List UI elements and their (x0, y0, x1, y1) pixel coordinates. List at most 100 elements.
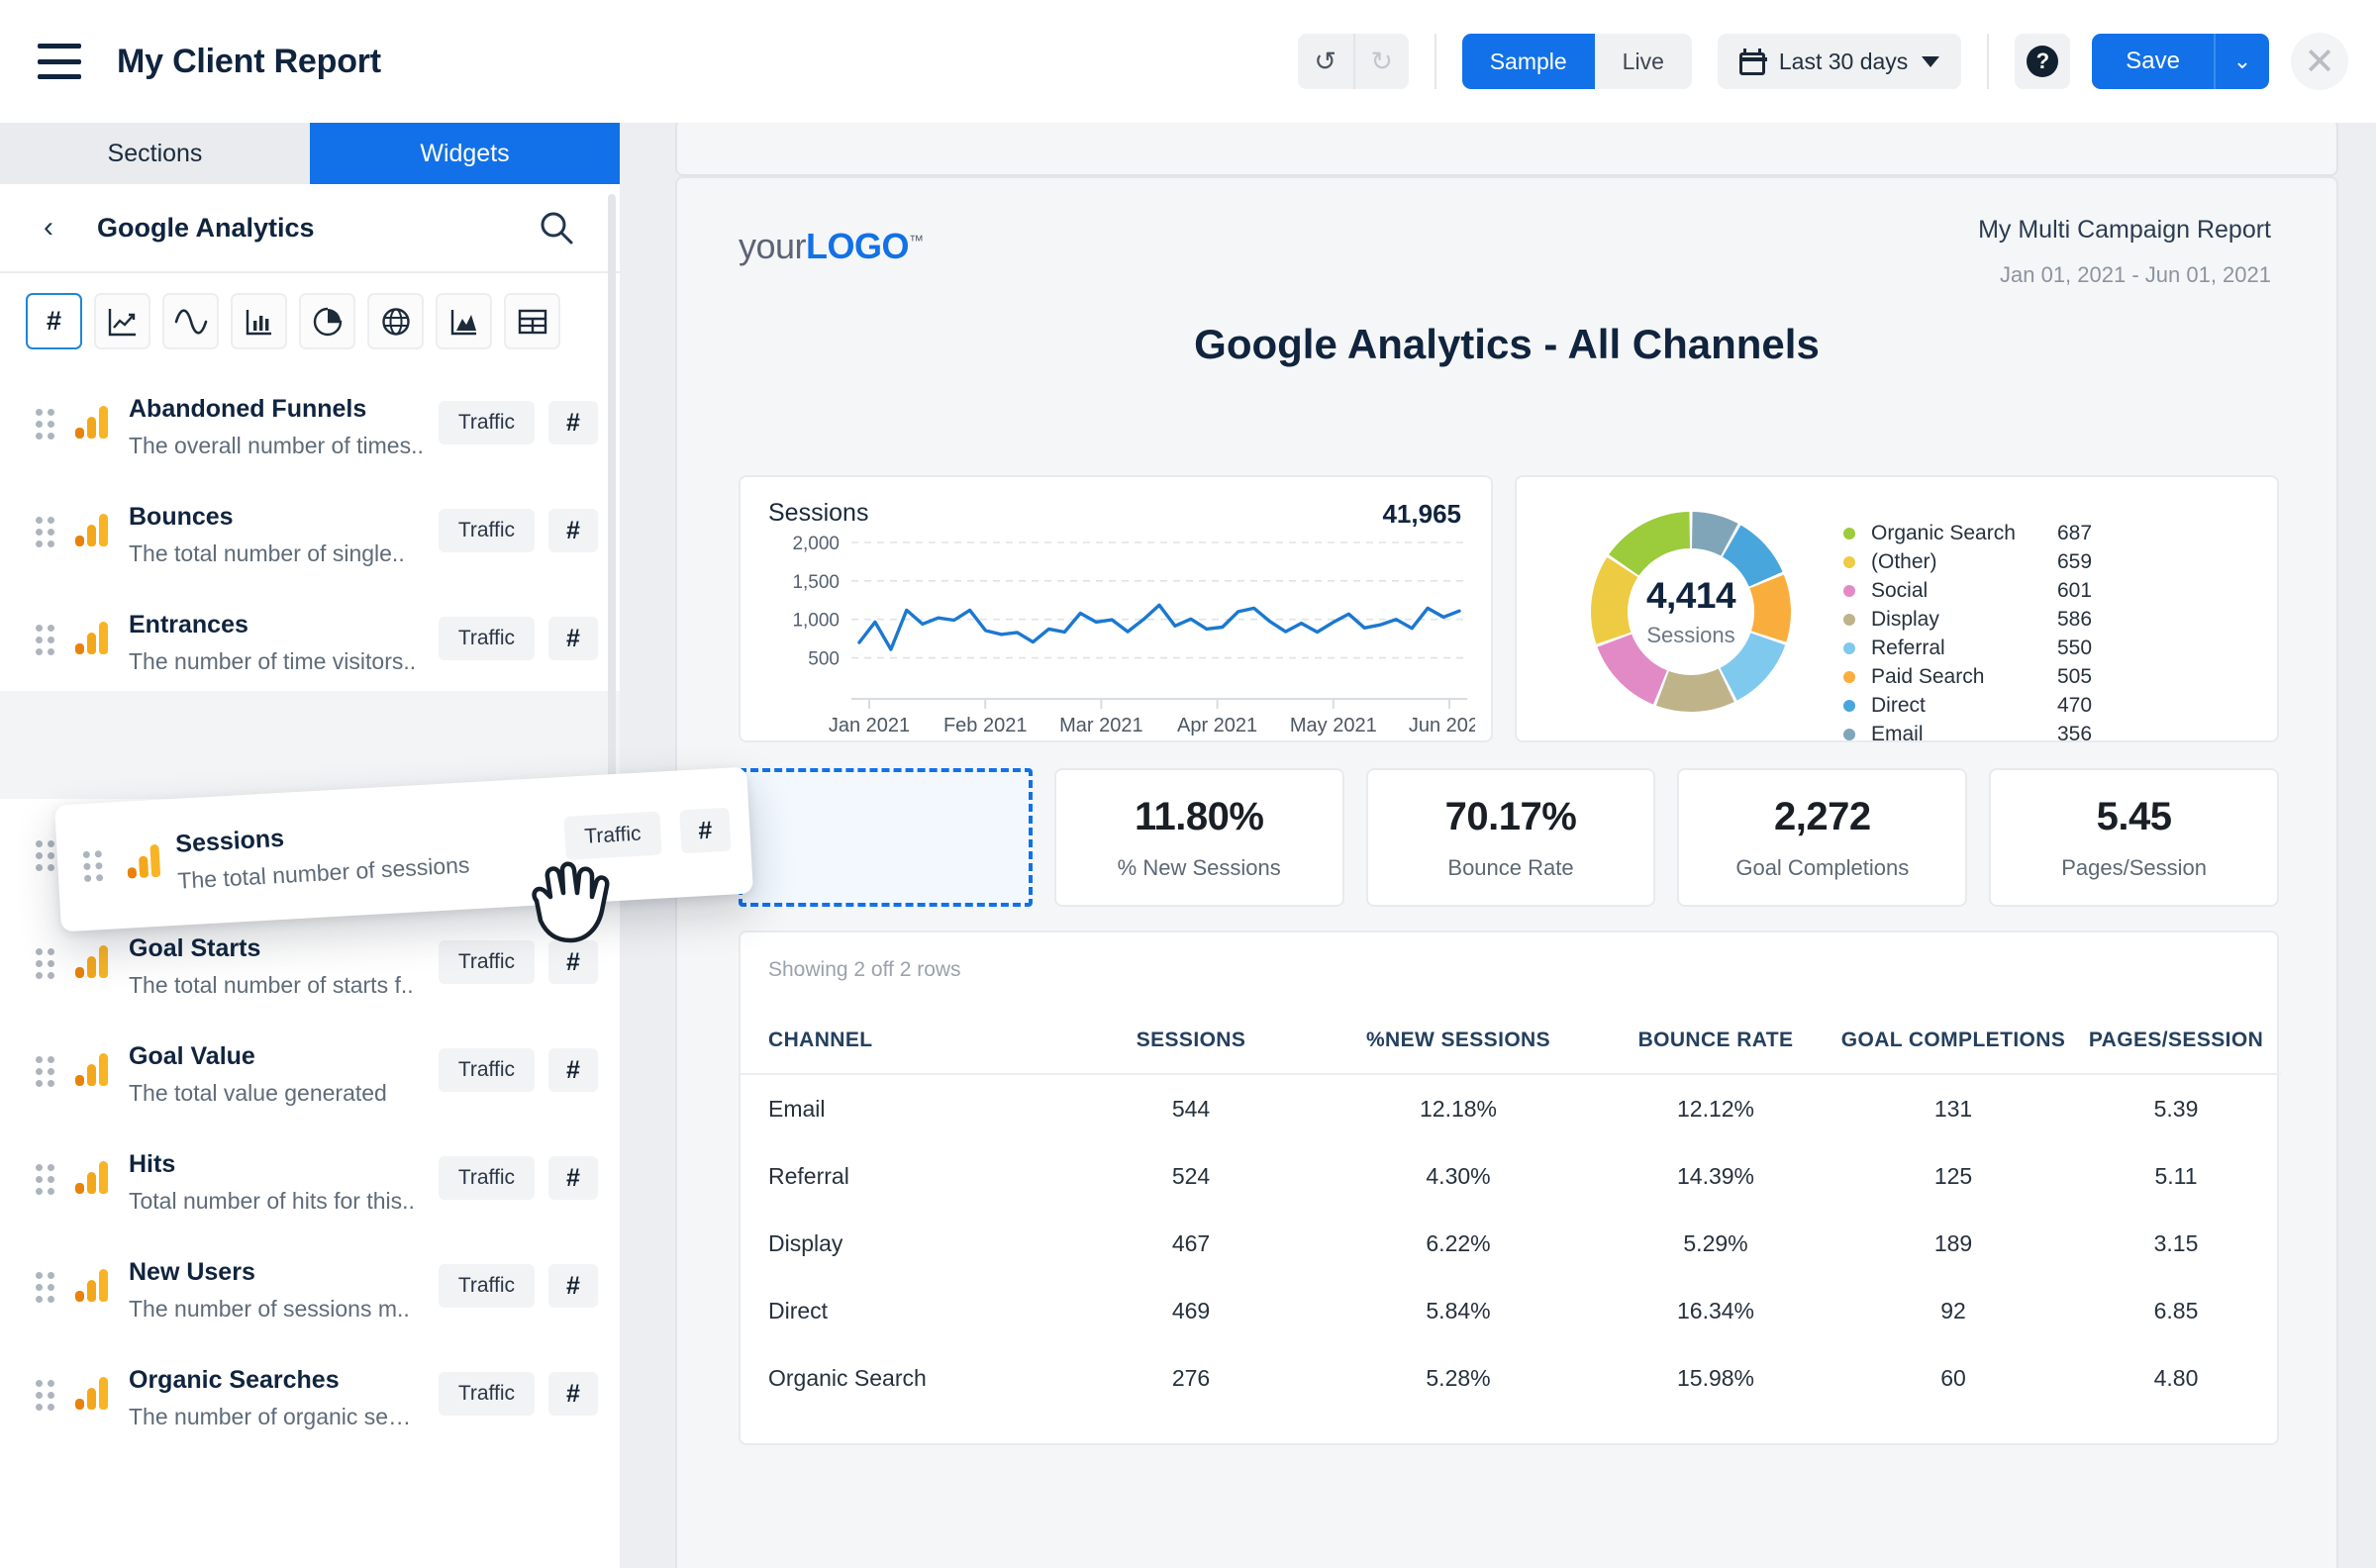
kpi-label: Pages/Session (2061, 854, 2207, 880)
drag-handle-icon[interactable] (36, 840, 54, 871)
undo-redo-group: ↺ ↻ (1297, 34, 1409, 89)
widget-tag[interactable]: Traffic (438, 1156, 535, 1200)
legend-value: 356 (2057, 722, 2093, 745)
widget-desc: The number of time visitors.. (129, 648, 417, 674)
sessions-donut-chart-card[interactable]: 4,414 Sessions Organic Search 687 (Other… (1515, 475, 2279, 745)
list-item[interactable]: Bounces The total number of single.. Tra… (0, 475, 620, 583)
sessions-chart-title: Sessions (768, 499, 869, 527)
widget-desc: The total number of single.. (129, 540, 405, 566)
table-cell: Direct (768, 1297, 829, 1323)
drag-handle-icon[interactable] (36, 517, 54, 547)
pie-chart-icon[interactable] (299, 293, 355, 349)
widget-type-badge[interactable]: # (548, 1156, 598, 1200)
kpi-card[interactable]: 5.45 Pages/Session (1989, 768, 2279, 907)
widget-type-badge[interactable]: # (548, 509, 598, 552)
widget-tag[interactable]: Traffic (438, 1264, 535, 1308)
table-row[interactable]: Organic Search 276 5.28% 15.98% 60 4.80 (741, 1344, 2281, 1412)
drag-handle-icon[interactable] (36, 1056, 54, 1087)
list-item[interactable]: Entrances The number of time visitors.. … (0, 583, 620, 691)
widget-tag[interactable]: Traffic (438, 1048, 535, 1092)
sessions-line-chart-card[interactable]: Sessions 41,965 500 1,000 1,500 2,000 Jan 20… (739, 475, 1493, 742)
widget-type-badge[interactable]: # (548, 1048, 598, 1092)
line-chart-icon[interactable] (94, 293, 150, 349)
redo-icon[interactable]: ↻ (1352, 34, 1409, 89)
drag-handle-icon[interactable] (36, 948, 54, 979)
kpi-label: Goal Completions (1735, 854, 1910, 880)
list-item[interactable]: Organic Searches The number of organic s… (0, 1338, 620, 1446)
sessions-line-chart: 500 1,000 1,500 2,000 Jan 2021 Feb 2021 Mar 20… (760, 529, 1490, 736)
brand-logo: yourLOGO™ (739, 226, 924, 267)
widget-tag[interactable]: Traffic (438, 509, 535, 552)
hamburger-icon[interactable] (38, 44, 81, 79)
table-row[interactable]: Referral 524 4.30% 14.39% 125 5.11 (741, 1142, 2281, 1210)
table-cell: 3.15 (2153, 1229, 2199, 1256)
drag-handle-icon[interactable] (82, 850, 104, 883)
table-icon[interactable] (504, 293, 560, 349)
column-header-sessions[interactable]: SESSIONS (1067, 1029, 1315, 1052)
column-header-channel[interactable]: CHANNEL (741, 1029, 1067, 1052)
column-header-pages-session[interactable]: PAGES/SESSION (2077, 1029, 2275, 1052)
table-cell: Referral (768, 1162, 849, 1189)
report-meta-title: My Multi Campaign Report (1978, 216, 2271, 244)
kpi-card[interactable]: 70.17% Bounce Rate (1365, 768, 1656, 907)
page-title: My Client Report (117, 42, 381, 80)
date-range-picker[interactable]: Last 30 days (1717, 34, 1962, 89)
widget-type-badge[interactable]: # (548, 1264, 598, 1308)
table-row[interactable]: Display 467 6.22% 5.29% 189 3.15 (741, 1210, 2281, 1277)
widget-desc: The number of organic se… (129, 1404, 412, 1429)
search-icon[interactable] (537, 208, 576, 247)
tab-widgets[interactable]: Widgets (310, 123, 620, 184)
close-icon[interactable]: ✕ (2291, 33, 2348, 90)
list-item[interactable]: Hits Total number of hits for this.. Tra… (0, 1123, 620, 1230)
report-section-partial[interactable] (675, 119, 2338, 176)
column-header-new-sessions[interactable]: %NEW SESSIONS (1315, 1029, 1602, 1052)
mode-sample-button[interactable]: Sample (1461, 34, 1595, 89)
list-item[interactable]: New Users The number of sessions m.. Tra… (0, 1230, 620, 1338)
calendar-icon (1738, 48, 1767, 75)
number-icon[interactable]: # (26, 293, 82, 349)
drag-handle-icon[interactable] (36, 1164, 54, 1195)
widget-tag[interactable]: Traffic (438, 1372, 535, 1416)
svg-text:1,500: 1,500 (792, 572, 840, 593)
help-button[interactable]: ? (2015, 34, 2071, 89)
table-cell: 12.12% (1676, 1095, 1754, 1122)
channels-table-card[interactable]: Showing 2 off 2 rows CHANNEL SESSIONS %N… (739, 931, 2281, 1445)
widget-tag[interactable]: Traffic (438, 401, 535, 444)
divider-2 (1987, 34, 1990, 89)
drag-handle-icon[interactable] (36, 625, 54, 655)
drag-handle-icon[interactable] (36, 409, 54, 440)
table-row[interactable]: Email 544 12.18% 12.12% 131 5.39 (741, 1075, 2281, 1142)
widget-tag[interactable]: Traffic (438, 617, 535, 660)
area-chart-icon[interactable] (436, 293, 492, 349)
kpi-card[interactable]: 2,272 Goal Completions (1677, 768, 1968, 907)
drag-handle-icon[interactable] (36, 1380, 54, 1411)
widget-type-badge[interactable]: # (548, 617, 598, 660)
wave-chart-icon[interactable] (162, 293, 219, 349)
back-icon[interactable]: ‹ (44, 211, 73, 245)
legend-color-dot (1843, 613, 1855, 626)
column-header-bounce-rate[interactable]: BOUNCE RATE (1602, 1029, 1830, 1052)
widget-type-badge[interactable]: # (548, 401, 598, 444)
undo-icon[interactable]: ↺ (1297, 34, 1353, 89)
legend-color-dot (1843, 699, 1855, 712)
widget-drop-zone[interactable] (739, 768, 1033, 907)
widget-name: Entrances (129, 611, 248, 638)
save-dropdown-chevron-icon[interactable]: ⌄ (2214, 34, 2269, 89)
google-analytics-icon (75, 513, 109, 546)
list-item[interactable]: Abandoned Funnels The overall number of … (0, 367, 620, 475)
save-button[interactable]: Save (2092, 34, 2214, 89)
kpi-value: 2,272 (1773, 794, 1871, 838)
drag-handle-icon[interactable] (36, 1272, 54, 1303)
kpi-card[interactable]: 11.80% % New Sessions (1053, 768, 1344, 907)
column-header-goal-completions[interactable]: GOAL COMPLETIONS (1830, 1029, 2077, 1052)
globe-icon[interactable] (367, 293, 424, 349)
report-header: yourLOGO™ My Multi Campaign Report Jan 0… (677, 178, 2336, 309)
kpi-label: Bounce Rate (1447, 854, 1574, 880)
table-row[interactable]: Direct 469 5.84% 16.34% 92 6.85 (741, 1277, 2281, 1344)
bar-chart-icon[interactable] (231, 293, 287, 349)
mode-live-button[interactable]: Live (1594, 34, 1692, 89)
list-item[interactable]: Goal Value The total value generated Tra… (0, 1015, 620, 1123)
question-mark-icon: ? (2027, 46, 2059, 77)
tab-sections[interactable]: Sections (0, 123, 310, 184)
widget-type-badge[interactable]: # (548, 1372, 598, 1416)
